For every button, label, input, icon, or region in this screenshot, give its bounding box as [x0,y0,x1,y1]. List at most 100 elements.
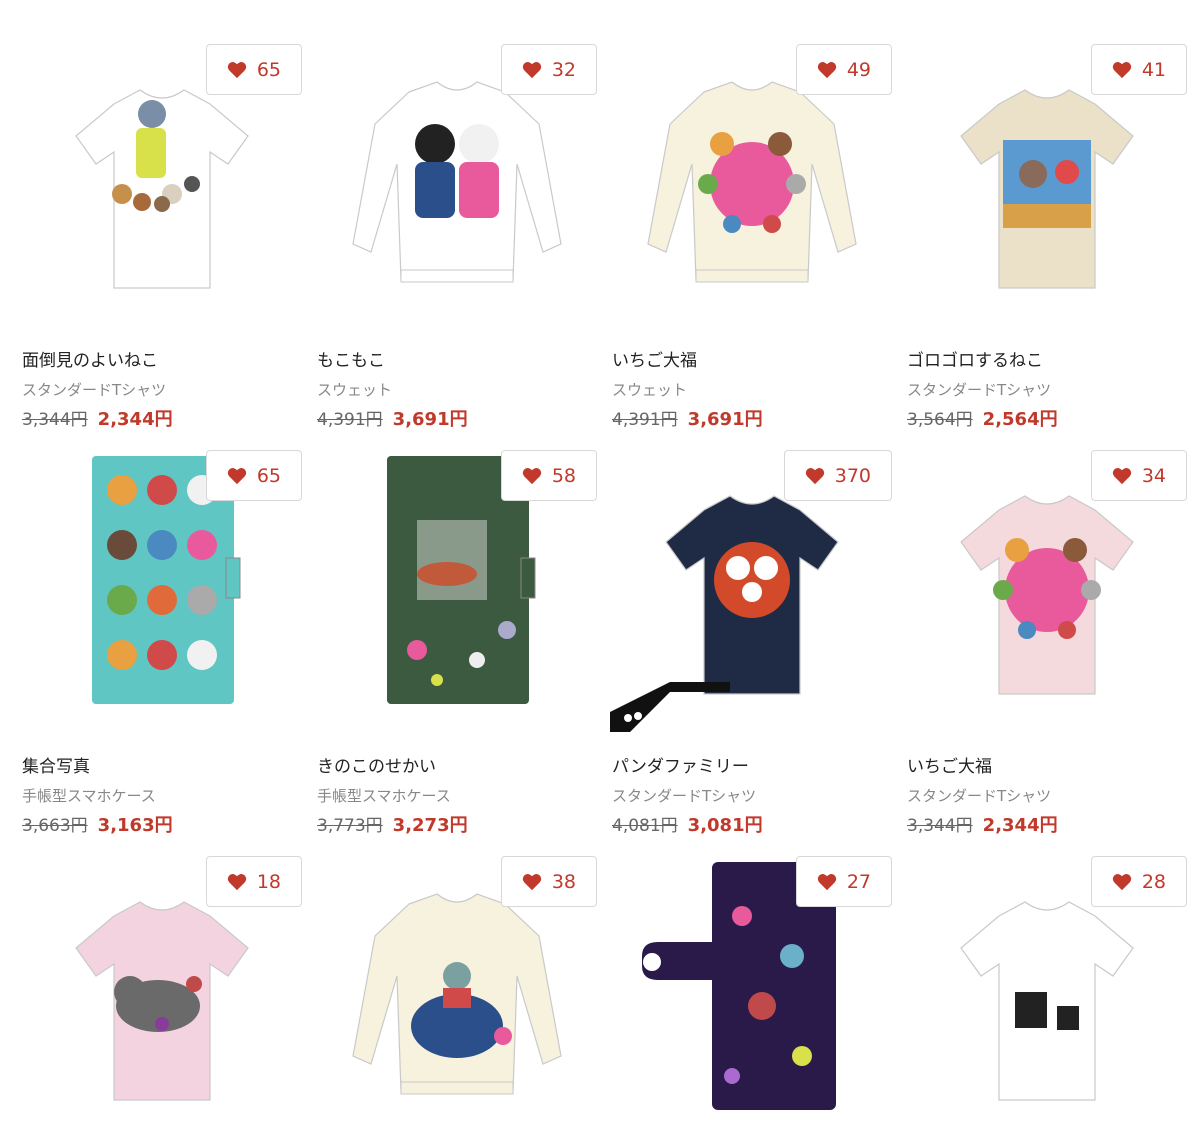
favorite-button[interactable]: 32 [500,44,597,95]
product-title[interactable]: もこもこ [317,350,597,372]
favorite-button[interactable]: 41 [1090,44,1187,95]
product-title[interactable]: いちご大福 [907,756,1187,778]
favorite-count: 34 [1141,464,1166,487]
product-card[interactable]: 41 ゴロゴロするねこ スタンダードTシャツ 3,564円 2,564円 [907,44,1187,432]
product-card[interactable]: 32 もこもこ スウェット 4,391円 3,691円 [317,44,597,432]
heart-icon [227,873,247,890]
favorite-button[interactable]: 370 [783,450,892,501]
product-title[interactable]: きのこのせかい [317,756,597,778]
sale-price: 3,691円 [392,409,468,430]
price-row: 3,344円 2,344円 [907,814,1187,838]
product-card[interactable]: 18 [22,856,302,1136]
price-row: 4,391円 3,691円 [317,408,597,432]
heart-icon [1112,467,1132,484]
product-type: スタンダードTシャツ [22,381,167,399]
product-type: スタンダードTシャツ [907,787,1052,805]
product-title[interactable]: 集合写真 [22,756,302,778]
heart-icon [227,467,247,484]
favorite-button[interactable]: 18 [205,856,302,907]
product-image[interactable]: 27 [612,856,892,1136]
product-type: 手帳型スマホケース [317,787,451,805]
product-type: スタンダードTシャツ [907,381,1052,399]
heart-icon [1112,873,1132,890]
product-card[interactable]: 28 [907,856,1187,1136]
product-title[interactable]: 面倒見のよいねこ [22,350,302,372]
favorite-button[interactable]: 38 [500,856,597,907]
heart-icon [817,61,837,78]
favorite-button[interactable]: 65 [205,44,302,95]
product-card[interactable]: 49 いちご大福 スウェット 4,391円 3,691円 [612,44,892,432]
heart-icon [227,61,247,78]
product-type: スウェット [612,381,688,399]
sale-price: 2,344円 [982,815,1058,836]
heart-icon [1112,61,1132,78]
favorite-count: 38 [551,870,576,893]
product-type: スウェット [317,381,393,399]
sale-price: 3,273円 [392,815,468,836]
favorite-count: 58 [551,464,576,487]
price-row: 3,564円 2,564円 [907,408,1187,432]
sale-price: 3,163円 [97,815,173,836]
product-image[interactable]: 65 [22,450,302,730]
price-row: 3,773円 3,273円 [317,814,597,838]
product-image[interactable]: 28 [907,856,1187,1136]
original-price: 4,391円 [612,410,678,430]
product-image[interactable]: 370 [610,450,892,732]
pickup-badge [610,682,730,732]
original-price: 3,344円 [907,816,973,836]
original-price: 4,081円 [612,816,678,836]
favorite-button[interactable]: 65 [205,450,302,501]
price-row: 4,391円 3,691円 [612,408,892,432]
favorite-count: 65 [256,464,281,487]
original-price: 4,391円 [317,410,383,430]
product-image[interactable]: 65 [22,44,302,324]
favorite-count: 32 [551,58,576,81]
product-card[interactable]: 58 きのこのせかい 手帳型スマホケース 3,773円 3,273円 [317,450,597,838]
favorite-count: 49 [846,58,871,81]
favorite-count: 18 [256,870,281,893]
product-grid: 65 面倒見のよいねこ スタンダードTシャツ 3,344円 2,344円 32 も… [0,0,1200,1136]
heart-icon [522,873,542,890]
product-card[interactable]: 27 [612,856,892,1136]
product-title[interactable]: パンダファミリー [612,756,892,778]
sale-price: 2,564円 [982,409,1058,430]
favorite-count: 27 [846,870,871,893]
product-title[interactable]: いちご大福 [612,350,892,372]
original-price: 3,564円 [907,410,973,430]
original-price: 3,663円 [22,816,88,836]
price-row: 3,663円 3,163円 [22,814,302,838]
original-price: 3,773円 [317,816,383,836]
sale-price: 2,344円 [97,409,173,430]
favorite-button[interactable]: 49 [795,44,892,95]
sale-price: 3,081円 [687,815,763,836]
heart-icon [522,467,542,484]
product-card[interactable]: 34 いちご大福 スタンダードTシャツ 3,344円 2,344円 [907,450,1187,838]
favorite-button[interactable]: 58 [500,450,597,501]
product-type: 手帳型スマホケース [22,787,156,805]
heart-icon [522,61,542,78]
favorite-button[interactable]: 27 [795,856,892,907]
product-image[interactable]: 38 [317,856,597,1136]
product-image[interactable]: 58 [317,450,597,730]
product-image[interactable]: 18 [22,856,302,1136]
heart-icon [805,467,824,484]
favorite-button[interactable]: 34 [1090,450,1187,501]
price-row: 4,081円 3,081円 [612,814,892,838]
product-card[interactable]: 38 [317,856,597,1136]
product-image[interactable]: 32 [317,44,597,324]
favorite-count: 41 [1141,58,1166,81]
product-card[interactable]: 65 面倒見のよいねこ スタンダードTシャツ 3,344円 2,344円 [22,44,302,432]
product-card[interactable]: 370 パンダファミリー スタンダードTシャツ 4,081円 3,081円 [610,450,892,838]
favorite-button[interactable]: 28 [1090,856,1187,907]
favorite-count: 65 [256,58,281,81]
product-image[interactable]: 34 [907,450,1187,730]
product-card[interactable]: 65 集合写真 手帳型スマホケース 3,663円 3,163円 [22,450,302,838]
favorite-count: 370 [834,464,871,487]
product-image[interactable]: 49 [612,44,892,324]
product-type: スタンダードTシャツ [612,787,757,805]
original-price: 3,344円 [22,410,88,430]
price-row: 3,344円 2,344円 [22,408,302,432]
product-image[interactable]: 41 [907,44,1187,324]
product-title[interactable]: ゴロゴロするねこ [907,350,1187,372]
favorite-count: 28 [1141,870,1166,893]
